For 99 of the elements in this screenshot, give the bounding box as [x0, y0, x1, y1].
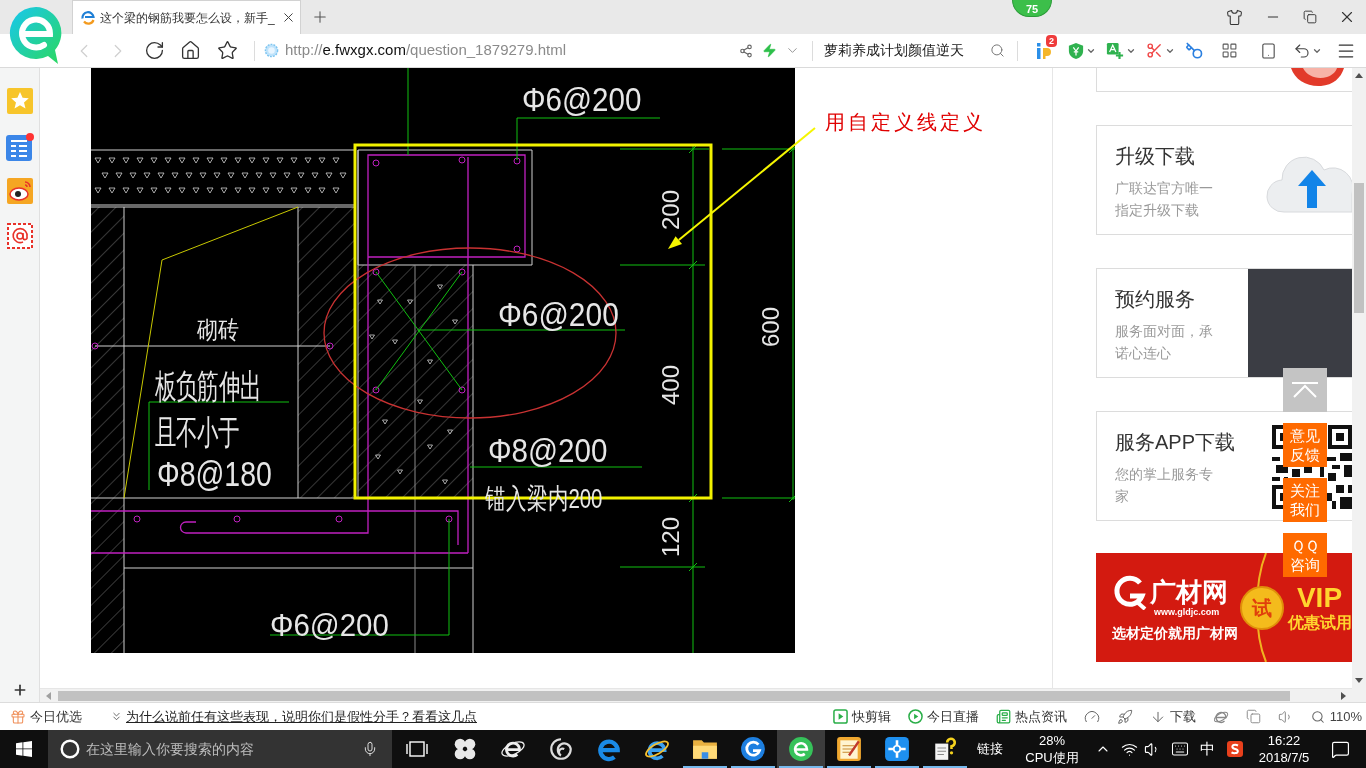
news-list-icon[interactable] [5, 133, 34, 161]
scrollbar-thumb[interactable] [1354, 183, 1364, 313]
note-text: 板负筋伸出 [155, 366, 262, 406]
browser-tab[interactable]: 这个梁的钢筋我要怎么设，新手_ [72, 0, 301, 34]
a-plus-icon[interactable] [1106, 41, 1124, 60]
material-label: 砌砖 [197, 316, 240, 344]
rebar-spec-label: Φ8@180 [157, 453, 272, 494]
trial-badge: 试 [1240, 585, 1284, 630]
offer-title: VIP [1296, 582, 1343, 613]
swirl-g-icon [740, 736, 766, 762]
rebar-spec-label: Φ8@200 [488, 431, 608, 470]
site-address: www.gldjc.com [1154, 606, 1221, 617]
links-toolbar-label[interactable]: 链接 [977, 739, 1003, 759]
rebar-spec-label: Φ6@200 [270, 606, 389, 644]
microphone-icon[interactable] [362, 740, 378, 758]
refresh-icon[interactable] [144, 40, 165, 61]
up-caret-icon [1292, 382, 1318, 398]
rocket-icon[interactable] [1116, 708, 1133, 725]
play-circle-icon [907, 709, 923, 724]
promo-card[interactable]: 升级下载 广联达官方唯一指定升级下载 [1096, 125, 1352, 235]
status-tool-button[interactable]: 今日直播 [907, 706, 979, 727]
swirl-icon [548, 736, 574, 762]
status-tool-button[interactable]: 快剪辑 [832, 706, 891, 727]
scroll-right-icon[interactable] [1341, 691, 1346, 700]
logo-fragment-drawing [1289, 68, 1345, 88]
offer-subtitle: 优惠试用 [1287, 612, 1352, 633]
gauge-icon[interactable] [1083, 708, 1100, 725]
input-method-indicator[interactable]: 中 [1200, 737, 1215, 761]
newspaper-icon [995, 709, 1011, 724]
download-button[interactable]: 下载 [1149, 706, 1196, 727]
gift-icon [10, 708, 26, 725]
close-icon[interactable] [281, 10, 296, 25]
search-icon [1310, 709, 1325, 724]
address-field[interactable]: http://e.fwxgx.com/question_1879279.html [264, 37, 726, 64]
headline-link[interactable]: 为什么说前任有这些表现，说明你们是假性分手？看看这几点 [126, 706, 477, 727]
scroll-down-icon[interactable] [1355, 678, 1363, 683]
card-title: 服务APP下载 [1115, 430, 1237, 455]
document-question-icon [932, 736, 958, 762]
mail-at-icon[interactable] [6, 223, 33, 249]
eye-logo-icon[interactable] [6, 178, 33, 204]
notepad-icon [836, 736, 862, 762]
double-caret-icon[interactable] [110, 710, 123, 723]
e-circle-icon [788, 736, 814, 762]
rebar-spec-label: Φ6@200 [522, 80, 642, 119]
dotted-circle-icon [264, 43, 279, 58]
pinwheel-icon [452, 736, 478, 762]
zoom-button[interactable]: 110% [1310, 706, 1362, 727]
scroll-up-icon[interactable] [1355, 73, 1363, 78]
undo-icon[interactable] [1293, 41, 1311, 60]
notification-badge: 2 [1046, 34, 1057, 47]
crosshair-icon [884, 736, 910, 762]
star-tile-icon[interactable] [6, 88, 33, 114]
input-method-logo-icon[interactable] [1227, 741, 1243, 757]
daily-picks-button[interactable]: 今日优选 [10, 706, 82, 727]
search-icon[interactable] [990, 43, 1005, 58]
annotation-text: 用自定义线定义 [825, 109, 986, 136]
taskbar-search-field[interactable]: 在这里输入你要搜索的内容 [48, 730, 392, 768]
notification-icon[interactable] [1331, 739, 1350, 759]
promo-card[interactable]: 预约服务 服务面对面，承诺心连心 [1096, 268, 1352, 378]
dimension-label: 600 [756, 307, 784, 347]
shirt-icon[interactable] [1225, 8, 1243, 26]
promo-card[interactable] [1096, 68, 1352, 92]
status-tool-button[interactable]: 热点资讯 [995, 706, 1067, 727]
key-icon[interactable] [1185, 41, 1203, 60]
tablet-icon[interactable] [1260, 41, 1277, 60]
site-logo-icon [80, 9, 96, 26]
card-title: 预约服务 [1115, 287, 1196, 312]
card-description: 服务面对面，承诺心连心 [1115, 322, 1214, 363]
windows-start-icon[interactable] [16, 741, 32, 757]
card-description: 广联达官方唯一指定升级下载 [1115, 179, 1214, 220]
apps-icon[interactable] [1221, 42, 1238, 59]
scissors-icon[interactable] [1146, 42, 1163, 59]
task-view-icon[interactable] [405, 741, 428, 757]
play-square-icon [832, 709, 848, 724]
card-description: 您的掌上服务专家 [1115, 465, 1214, 506]
clock-button[interactable]: 16:22 2018/7/5 [1256, 732, 1312, 766]
note-text: 且不小于 [155, 412, 240, 452]
search-field[interactable]: 萝莉养成计划颜值逆天 [817, 37, 1009, 64]
home-icon[interactable] [180, 40, 201, 61]
dimension-label: 200 [656, 190, 684, 230]
taskbar-app-button[interactable] [777, 730, 825, 768]
brand-name: 广材网 [1150, 576, 1228, 607]
favorite-star-icon[interactable] [217, 40, 238, 61]
shield-icon[interactable] [1068, 41, 1084, 60]
dimension-label: 400 [656, 365, 684, 405]
share-icon[interactable] [739, 43, 753, 58]
cloud-upload-icon [1266, 154, 1352, 214]
slogan-text: 选材定价就用广材网 [1112, 623, 1239, 642]
restore-icon[interactable] [1303, 10, 1317, 24]
card-title: 升级下载 [1115, 144, 1196, 169]
ip-logo-icon[interactable] [1034, 40, 1054, 61]
cortana-ring-icon [60, 739, 80, 759]
keyboard-icon[interactable] [1169, 740, 1191, 758]
horizontal-scrollbar[interactable] [40, 688, 1352, 702]
dimension-label: 120 [656, 517, 684, 557]
vertical-scrollbar[interactable] [1352, 68, 1366, 688]
magnifier-g-logo-icon [1112, 573, 1148, 610]
cpu-usage-widget[interactable]: 28% CPU使用 [1023, 732, 1081, 766]
scrollbar-thumb[interactable] [58, 690, 1290, 701]
